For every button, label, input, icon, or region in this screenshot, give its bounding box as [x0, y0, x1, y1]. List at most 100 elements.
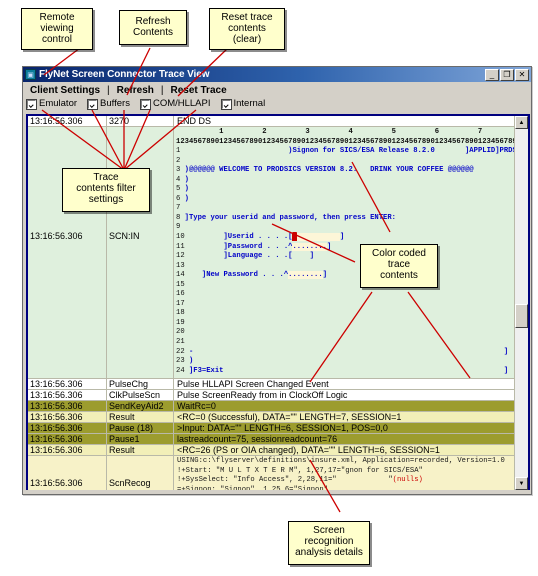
scroll-down-arrow-icon[interactable]: ▼	[515, 477, 528, 490]
table-row[interactable]: 13:16:56.306 Pause1 lastreadcount=75, se…	[28, 434, 514, 446]
window-titlebar[interactable]: ▣ FlyNet Screen Connector Trace View _ ❐…	[23, 67, 531, 82]
terminal-screen-buffer: 1 2 3 4 5 6 7 8 123456789012345678901234…	[174, 127, 514, 379]
row-kind: Pause (18)	[107, 423, 174, 434]
row-data: Pulse ScreenReady from in ClockOff Logic	[177, 390, 348, 401]
menu-item-reset-trace[interactable]: Reset Trace	[167, 85, 229, 96]
table-row[interactable]: 13:16:56.306 PulseChg Pulse HLLAPI Scree…	[28, 379, 514, 391]
row-data: <RC=0 (Successful), DATA="" LENGTH=7, SE…	[177, 412, 402, 423]
filter-emulator[interactable]: Emulator	[26, 98, 78, 110]
filter-buffers-label: Buffers	[100, 98, 130, 109]
row-kind: SCN:IN	[107, 127, 174, 379]
row-kind: Result	[107, 445, 174, 456]
annotation-text: Remote viewing control	[39, 12, 75, 45]
row-data: Pulse HLLAPI Screen Changed Event	[177, 379, 329, 390]
row-kind: SendKeyAid2	[107, 401, 174, 412]
row-timestamp: 13:16:56.306	[28, 412, 107, 423]
table-row[interactable]: 13:16:56.306 SendKeyAid2 WaitRc=0	[28, 401, 514, 413]
scrollbar-track[interactable]	[515, 129, 528, 477]
filter-com-hllapi-label: COM/HLLAPI	[152, 98, 211, 109]
annotation-reset-trace-contents: Reset trace contents (clear)	[209, 8, 285, 50]
table-row-screen-capture[interactable]: 13:16:56.306 SCN:IN 1 2 3 4 5 6 7 8 1234…	[28, 127, 514, 380]
trace-view-window: ▣ FlyNet Screen Connector Trace View _ ❐…	[22, 66, 532, 495]
menu-separator-1: |	[107, 84, 110, 96]
recog-line-0: USING:c:\flyserver\definitions\insure.xm…	[177, 457, 505, 466]
row-data: END DS	[177, 116, 212, 126]
annotation-text: Reset trace contents (clear)	[221, 12, 273, 45]
menu-item-refresh[interactable]: Refresh	[114, 85, 157, 96]
terminal-line-newpassword: ]New Password . . .^	[184, 271, 289, 280]
annotation-text: Refresh Contents	[132, 16, 174, 38]
annotation-refresh-contents: Refresh Contents	[119, 10, 187, 45]
row-kind: Result	[107, 412, 174, 423]
filter-emulator-label: Emulator	[39, 98, 78, 109]
menu-item-client-settings[interactable]: Client Settings	[27, 85, 103, 96]
table-row[interactable]: 13:16:56.306 Pause (18) >Input: DATA="" …	[28, 423, 514, 435]
checkbox-buffers-icon[interactable]	[87, 98, 99, 110]
checkbox-com-hllapi-icon[interactable]	[139, 98, 151, 110]
maximize-button[interactable]: ❐	[500, 68, 514, 81]
recog-line-1: !+Start: "M U L T X T E R M", 1,27,17="g…	[177, 466, 423, 475]
close-button[interactable]: ✕	[515, 68, 529, 81]
annotation-text: Screen recognition analysis details	[295, 525, 363, 558]
row-timestamp: 13:16:56.306	[28, 127, 107, 379]
row-kind: PulseChg	[107, 379, 174, 390]
screen-recognition-details: USING:c:\flyserver\definitions\insure.xm…	[174, 456, 514, 490]
app-icon: ▣	[25, 69, 36, 80]
table-row[interactable]: 13:16:56.306 3270 END DS	[28, 116, 514, 127]
row-data: WaitRc=0	[177, 401, 216, 412]
row-data: <RC=26 (PS or OIA changed), DATA="" LENG…	[177, 445, 440, 456]
terminal-line-8: ]Type your userid and password, then pre…	[184, 213, 396, 222]
filter-buffers[interactable]: Buffers	[87, 98, 130, 110]
row-kind: ScnRecog	[107, 456, 174, 490]
terminal-line-language: ]Language . . .[ ]	[184, 252, 315, 261]
row-timestamp: 13:16:56.306	[28, 456, 107, 490]
row-kind: Pause1	[107, 434, 174, 445]
filter-internal-label: Internal	[233, 98, 266, 109]
row-timestamp: 13:16:56.306	[28, 423, 107, 434]
window-title: FlyNet Screen Connector Trace View	[39, 69, 210, 80]
scrollbar-thumb[interactable]	[515, 304, 528, 328]
annotation-trace-contents-filter: Trace contents filter settings	[62, 168, 150, 212]
row-timestamp: 13:16:56.306	[28, 116, 107, 126]
table-row[interactable]: 13:16:56.306 Result <RC=26 (PS or OIA ch…	[28, 445, 514, 457]
terminal-ruler-tens: 1 2 3 4 5 6 7 8	[176, 128, 514, 136]
row-data: >Input: DATA="" LENGTH=6, SESSION=1, POS…	[177, 423, 388, 434]
table-row[interactable]: 13:16:56.306 Result <RC=0 (Successful), …	[28, 412, 514, 424]
terminal-line-24: ]F3=Exit ]	[184, 366, 509, 375]
row-kind: ClkPulseScn	[107, 390, 174, 401]
recog-line-2: !+SysSelect: "Info Access", 2,28,11=" "	[177, 476, 393, 485]
trace-filter-bar: Emulator Buffers COM/HLLAPI Internal	[23, 97, 531, 111]
terminal-password-dots: ........	[292, 242, 327, 251]
menu-separator-2: |	[160, 84, 164, 96]
annotation-text: Color coded trace contents	[372, 248, 426, 281]
row-timestamp: 13:16:56.306	[28, 390, 107, 401]
table-row[interactable]: 13:16:56.306 ClkPulseScn Pulse ScreenRea…	[28, 390, 514, 402]
recog-nulls-marker: (nulls)	[392, 476, 423, 485]
annotation-color-coded-trace: Color coded trace contents	[360, 244, 438, 288]
row-timestamp: 13:16:56.306	[28, 401, 107, 412]
row-kind: 3270	[107, 116, 174, 126]
minimize-button[interactable]: _	[485, 68, 499, 81]
annotation-screen-recognition: Screen recognition analysis details	[288, 521, 370, 565]
annotation-text: Trace contents filter settings	[76, 172, 136, 205]
row-data: lastreadcount=75, sessionreadcount=76	[177, 434, 338, 445]
row-timestamp: 13:16:56.306	[28, 445, 107, 456]
terminal-line-1: )Signon for SICS/ESA Release 8.2.0 ]APPL…	[184, 147, 514, 156]
scroll-up-arrow-icon[interactable]: ▲	[515, 116, 528, 129]
window-status-strip	[26, 490, 530, 492]
vertical-scrollbar[interactable]: ▲ ▼	[514, 116, 528, 490]
filter-com-hllapi[interactable]: COM/HLLAPI	[139, 98, 211, 110]
checkbox-emulator-icon[interactable]	[26, 98, 37, 110]
row-timestamp: 13:16:56.306	[28, 434, 107, 445]
terminal-line-password: ]Password . . .^	[184, 242, 293, 251]
annotation-remote-viewing-control: Remote viewing control	[21, 8, 93, 50]
checkbox-internal-icon[interactable]	[220, 98, 232, 110]
menu-bar: Client Settings | Refresh | Reset Trace	[23, 82, 531, 97]
terminal-newpassword-dots: ........	[288, 271, 323, 280]
terminal-line-userid: ]Userid . . . .[	[184, 233, 293, 242]
filter-internal[interactable]: Internal	[220, 98, 266, 110]
row-timestamp: 13:16:56.306	[28, 379, 107, 390]
window-controls: _ ❐ ✕	[485, 68, 529, 81]
table-row-screen-recognition[interactable]: 13:16:56.306 ScnRecog USING:c:\flyserver…	[28, 456, 514, 490]
terminal-ruler-ones: 1234567890123456789012345678901234567890…	[176, 137, 514, 146]
